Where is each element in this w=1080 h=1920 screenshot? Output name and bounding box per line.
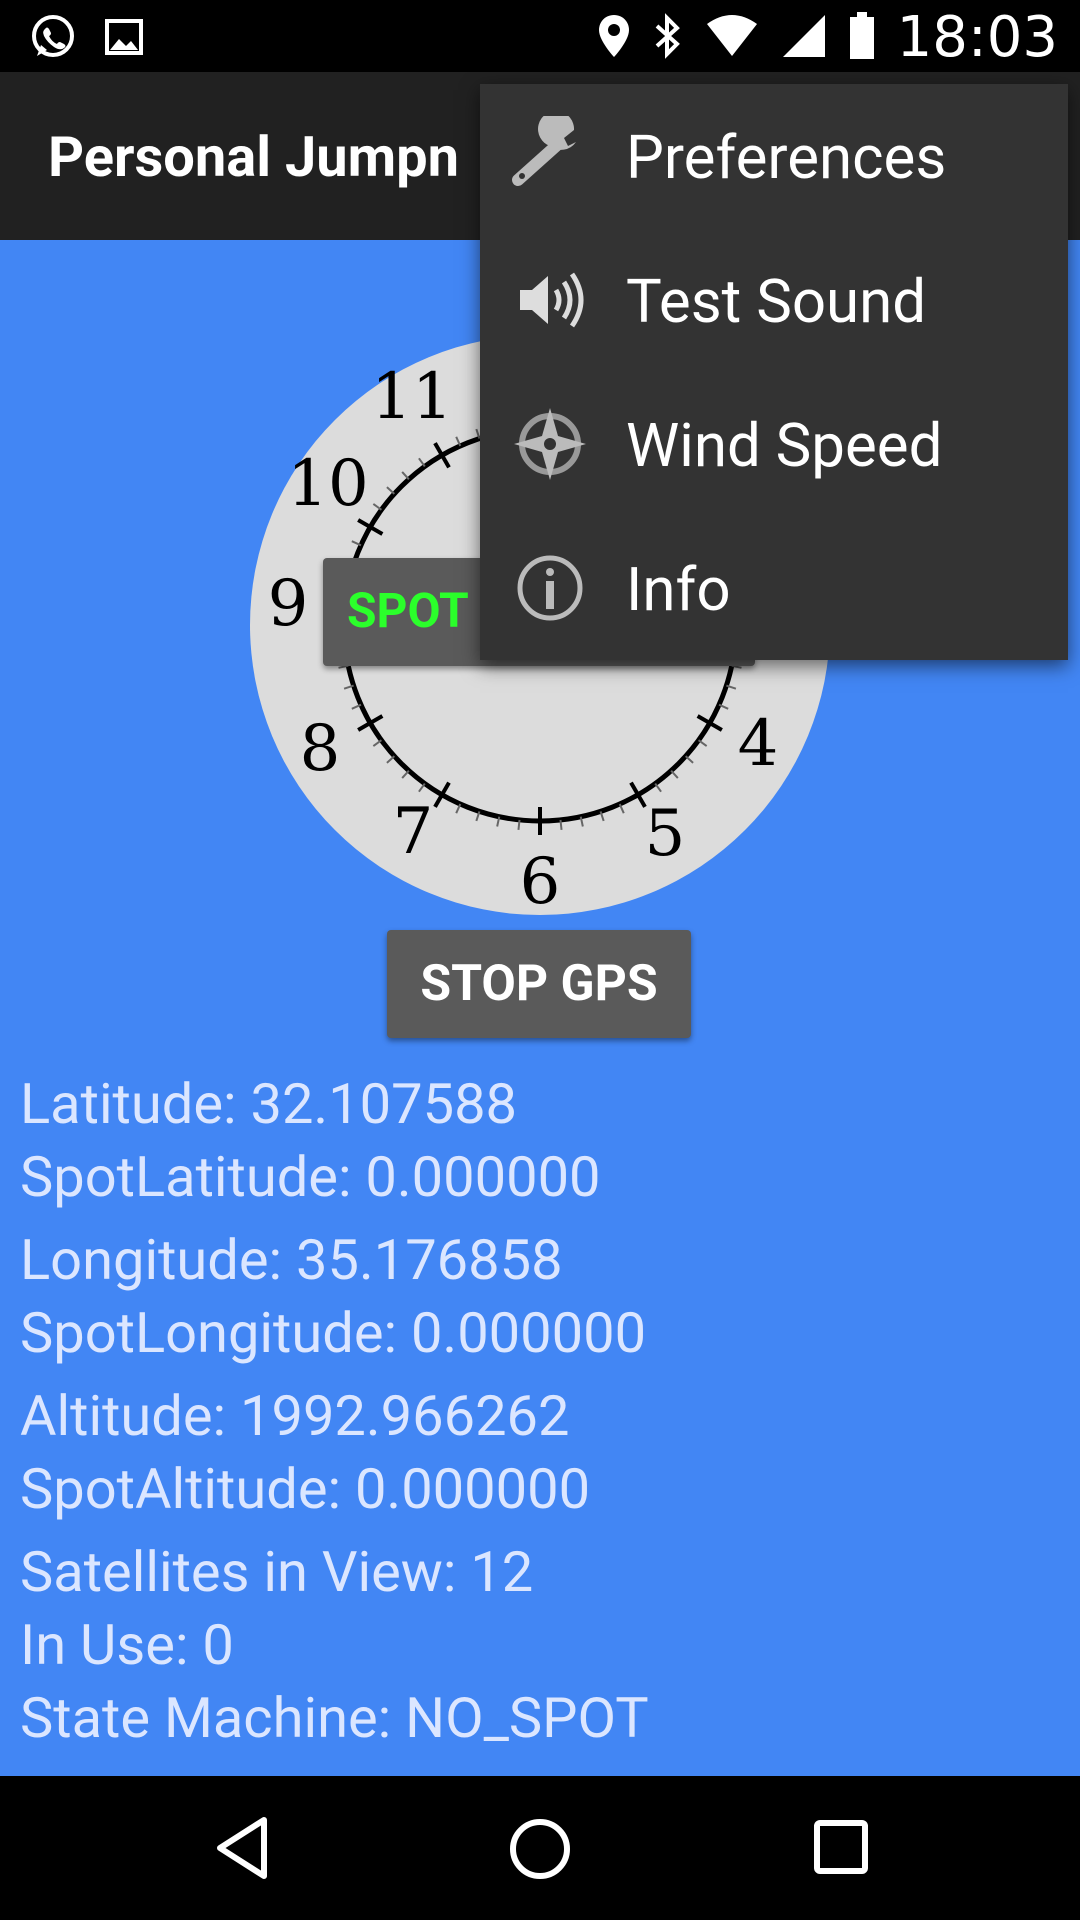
speaker-icon xyxy=(510,260,590,340)
app-title: Personal Jumpn xyxy=(48,124,460,190)
overflow-menu: Preferences Test Sound Wind Speed Info xyxy=(480,84,1068,660)
spot-altitude-text: SpotAltitude: 0.000000 xyxy=(20,1456,591,1522)
battery-icon xyxy=(849,12,875,64)
back-icon[interactable] xyxy=(214,1816,270,1884)
dial-number-11: 11 xyxy=(371,360,452,434)
dial-number-10: 10 xyxy=(287,447,368,521)
menu-item-info[interactable]: Info xyxy=(480,516,1068,660)
altitude-text: Altitude: 1992.966262 xyxy=(20,1383,570,1449)
satellites-text: Satellites in View: 12 xyxy=(20,1539,534,1605)
info-icon xyxy=(510,548,590,628)
menu-item-preferences[interactable]: Preferences xyxy=(480,84,1068,228)
bluetooth-icon xyxy=(653,12,683,64)
navigation-bar xyxy=(0,1776,1080,1920)
wifi-icon xyxy=(705,14,759,62)
dial-number-9: 9 xyxy=(268,567,309,641)
menu-item-test-sound[interactable]: Test Sound xyxy=(480,228,1068,372)
menu-item-info-label: Info xyxy=(626,554,731,625)
in-use-text: In Use: 0 xyxy=(20,1612,234,1678)
dial-number-7: 7 xyxy=(393,795,434,869)
longitude-text: Longitude: 35.176858 xyxy=(20,1227,563,1293)
spot-latitude-text: SpotLatitude: 0.000000 xyxy=(20,1144,601,1210)
stop-gps-button[interactable]: STOP GPS xyxy=(387,930,691,1038)
dial-number-4: 4 xyxy=(738,707,779,781)
dial-number-5: 5 xyxy=(645,797,686,871)
dial-minor-tick xyxy=(517,819,521,830)
wrench-icon xyxy=(510,111,590,196)
spot-button-label: SPOT xyxy=(347,582,469,639)
cell-signal-icon xyxy=(781,13,827,63)
dial-number-6: 6 xyxy=(520,845,561,915)
menu-item-wind-speed[interactable]: Wind Speed xyxy=(480,372,1068,516)
dial-number-8: 8 xyxy=(300,712,341,786)
location-icon xyxy=(597,13,631,63)
status-bar: 18:03 xyxy=(0,0,1080,72)
menu-item-wind-speed-label: Wind Speed xyxy=(626,410,943,481)
compass-icon xyxy=(510,404,590,484)
dial-minor-tick xyxy=(559,819,563,830)
menu-item-preferences-label: Preferences xyxy=(626,122,947,193)
home-icon[interactable] xyxy=(509,1818,571,1884)
whatsapp-icon xyxy=(28,12,78,66)
state-machine-text: State Machine: NO_SPOT xyxy=(20,1685,649,1751)
latitude-text: Latitude: 32.107588 xyxy=(20,1071,518,1137)
status-time: 18:03 xyxy=(896,5,1058,70)
spot-longitude-text: SpotLongitude: 0.000000 xyxy=(20,1300,647,1366)
recents-icon[interactable] xyxy=(814,1820,868,1878)
gallery-icon xyxy=(104,17,144,61)
menu-item-test-sound-label: Test Sound xyxy=(626,266,927,337)
gps-info-panel: Latitude: 32.107588 SpotLatitude: 0.0000… xyxy=(20,1068,1070,1776)
